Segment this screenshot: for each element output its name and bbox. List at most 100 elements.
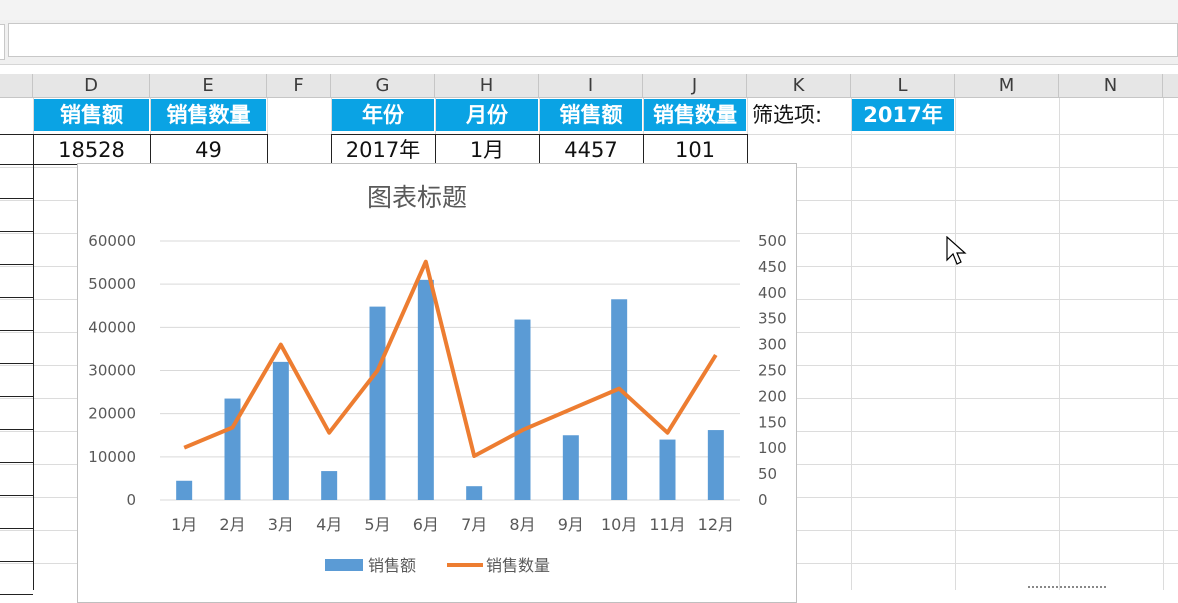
table-border	[267, 134, 268, 164]
column-header-f[interactable]: F	[267, 74, 331, 98]
cell-d[interactable]: 18528	[34, 134, 149, 166]
column-header-i[interactable]: I	[539, 74, 643, 98]
legend-label-quantity: 销售数量	[486, 556, 550, 575]
column-header-j[interactable]: J	[643, 74, 747, 98]
header-cell-sales-2[interactable]: 销售额	[540, 99, 642, 131]
y2-tick-label: 200	[758, 387, 787, 405]
bar-sales-11[interactable]	[659, 439, 676, 500]
y2-tick-label: 500	[758, 232, 787, 250]
gridline-v	[955, 98, 956, 590]
y2-tick-label: 50	[758, 465, 777, 483]
filter-label[interactable]: 筛选项:	[748, 99, 851, 131]
bar-sales-5[interactable]	[369, 306, 386, 500]
column-header-h[interactable]: H	[435, 74, 539, 98]
y-tick-label: 10000	[88, 448, 136, 466]
table-border	[0, 363, 33, 364]
y2-tick-label: 300	[758, 336, 787, 354]
x-tick-label: 2月	[219, 515, 245, 534]
table-border	[0, 429, 33, 430]
bar-sales-8[interactable]	[514, 319, 531, 500]
y2-tick-label: 400	[758, 284, 787, 302]
chart-title: 图表标题	[367, 183, 467, 212]
y-tick-label: 20000	[88, 405, 136, 423]
table-border	[0, 594, 33, 595]
bar-sales-3[interactable]	[272, 361, 289, 500]
column-header-e[interactable]: E	[150, 74, 267, 98]
selection-dots	[1028, 586, 1106, 588]
series-line-quantity	[183, 259, 718, 458]
x-tick-label: 6月	[413, 515, 439, 534]
x-tick-label: 10月	[601, 515, 637, 534]
bar-sales-2[interactable]	[224, 398, 241, 500]
y-tick-label: 60000	[88, 232, 136, 250]
formula-bar	[0, 20, 1178, 65]
legend-swatch-sales	[325, 559, 363, 571]
x-tick-label: 12月	[698, 515, 734, 534]
cell-e[interactable]: 49	[151, 134, 266, 166]
x-tick-label: 9月	[558, 515, 584, 534]
bar-sales-9[interactable]	[562, 435, 579, 500]
x-tick-label: 8月	[509, 515, 535, 534]
bar-sales-7[interactable]	[466, 486, 483, 500]
header-cell-quantity-2[interactable]: 销售数量	[644, 99, 746, 131]
y-tick-label: 30000	[88, 362, 136, 380]
table-border	[0, 462, 33, 463]
cell-j[interactable]: 101	[644, 134, 746, 166]
name-box[interactable]	[0, 24, 5, 60]
table-border	[747, 134, 748, 164]
table-border	[0, 198, 33, 199]
column-header-l[interactable]: L	[851, 74, 955, 98]
ribbon-strip	[0, 0, 1178, 21]
y2-tick-label: 350	[758, 310, 787, 328]
x-tick-label: 4月	[316, 515, 342, 534]
column-header-g[interactable]: G	[331, 74, 435, 98]
legend-label-sales: 销售额	[368, 556, 416, 575]
table-border	[0, 297, 33, 298]
mouse-cursor-icon	[946, 236, 967, 265]
chart[interactable]: 图表标题 0 10000 20000 30000 40000 50000 60000 0 50…	[77, 163, 797, 603]
x-tick-label: 7月	[461, 515, 487, 534]
header-cell-year[interactable]: 年份	[332, 99, 434, 131]
column-header-d[interactable]: D	[33, 74, 150, 98]
y2-tick-label: 450	[758, 258, 787, 276]
x-tick-label: 11月	[649, 515, 685, 534]
gridline-v	[851, 98, 852, 590]
cell-g[interactable]: 2017年	[332, 134, 434, 166]
bar-sales-12[interactable]	[707, 430, 724, 500]
table-border	[0, 264, 33, 265]
gridline-v	[1059, 98, 1060, 590]
formula-input[interactable]	[8, 23, 1178, 57]
y2-tick-label: 150	[758, 413, 787, 431]
table-border	[0, 561, 33, 562]
gridline-v	[1163, 98, 1164, 590]
x-tick-label: 5月	[364, 515, 390, 534]
table-border	[0, 396, 33, 397]
y-tick-label: 40000	[88, 318, 136, 336]
x-tick-label: 1月	[171, 515, 197, 534]
column-header-k[interactable]: K	[747, 74, 851, 98]
bar-sales-4[interactable]	[321, 471, 338, 500]
bar-sales-1[interactable]	[176, 480, 193, 500]
column-header-m[interactable]: M	[955, 74, 1059, 98]
header-cell-sales[interactable]: 销售额	[34, 99, 149, 131]
bar-sales-6[interactable]	[417, 279, 434, 500]
column-header-n[interactable]: N	[1059, 74, 1163, 98]
filter-value-cell[interactable]: 2017年	[852, 99, 954, 131]
header-cell-month[interactable]: 月份	[436, 99, 538, 131]
bar-sales-10[interactable]	[611, 299, 628, 500]
column-header-c[interactable]	[0, 74, 33, 98]
chart-svg: 图表标题 0 10000 20000 30000 40000 50000 60000 0 50…	[88, 183, 787, 575]
column-header-o[interactable]	[1163, 74, 1178, 98]
header-cell-quantity[interactable]: 销售数量	[151, 99, 266, 131]
table-border	[0, 495, 33, 496]
cell-i[interactable]: 4457	[540, 134, 642, 166]
x-tick-label: 3月	[268, 515, 294, 534]
y2-tick-label: 100	[758, 439, 787, 457]
cell-h[interactable]: 1月	[436, 134, 538, 166]
table-border	[0, 528, 33, 529]
y2-tick-label: 250	[758, 362, 787, 380]
y-tick-label: 0	[126, 491, 136, 509]
y-tick-label: 50000	[88, 275, 136, 293]
chart-legend: 销售额 销售数量	[325, 556, 550, 575]
table-border	[0, 231, 33, 232]
